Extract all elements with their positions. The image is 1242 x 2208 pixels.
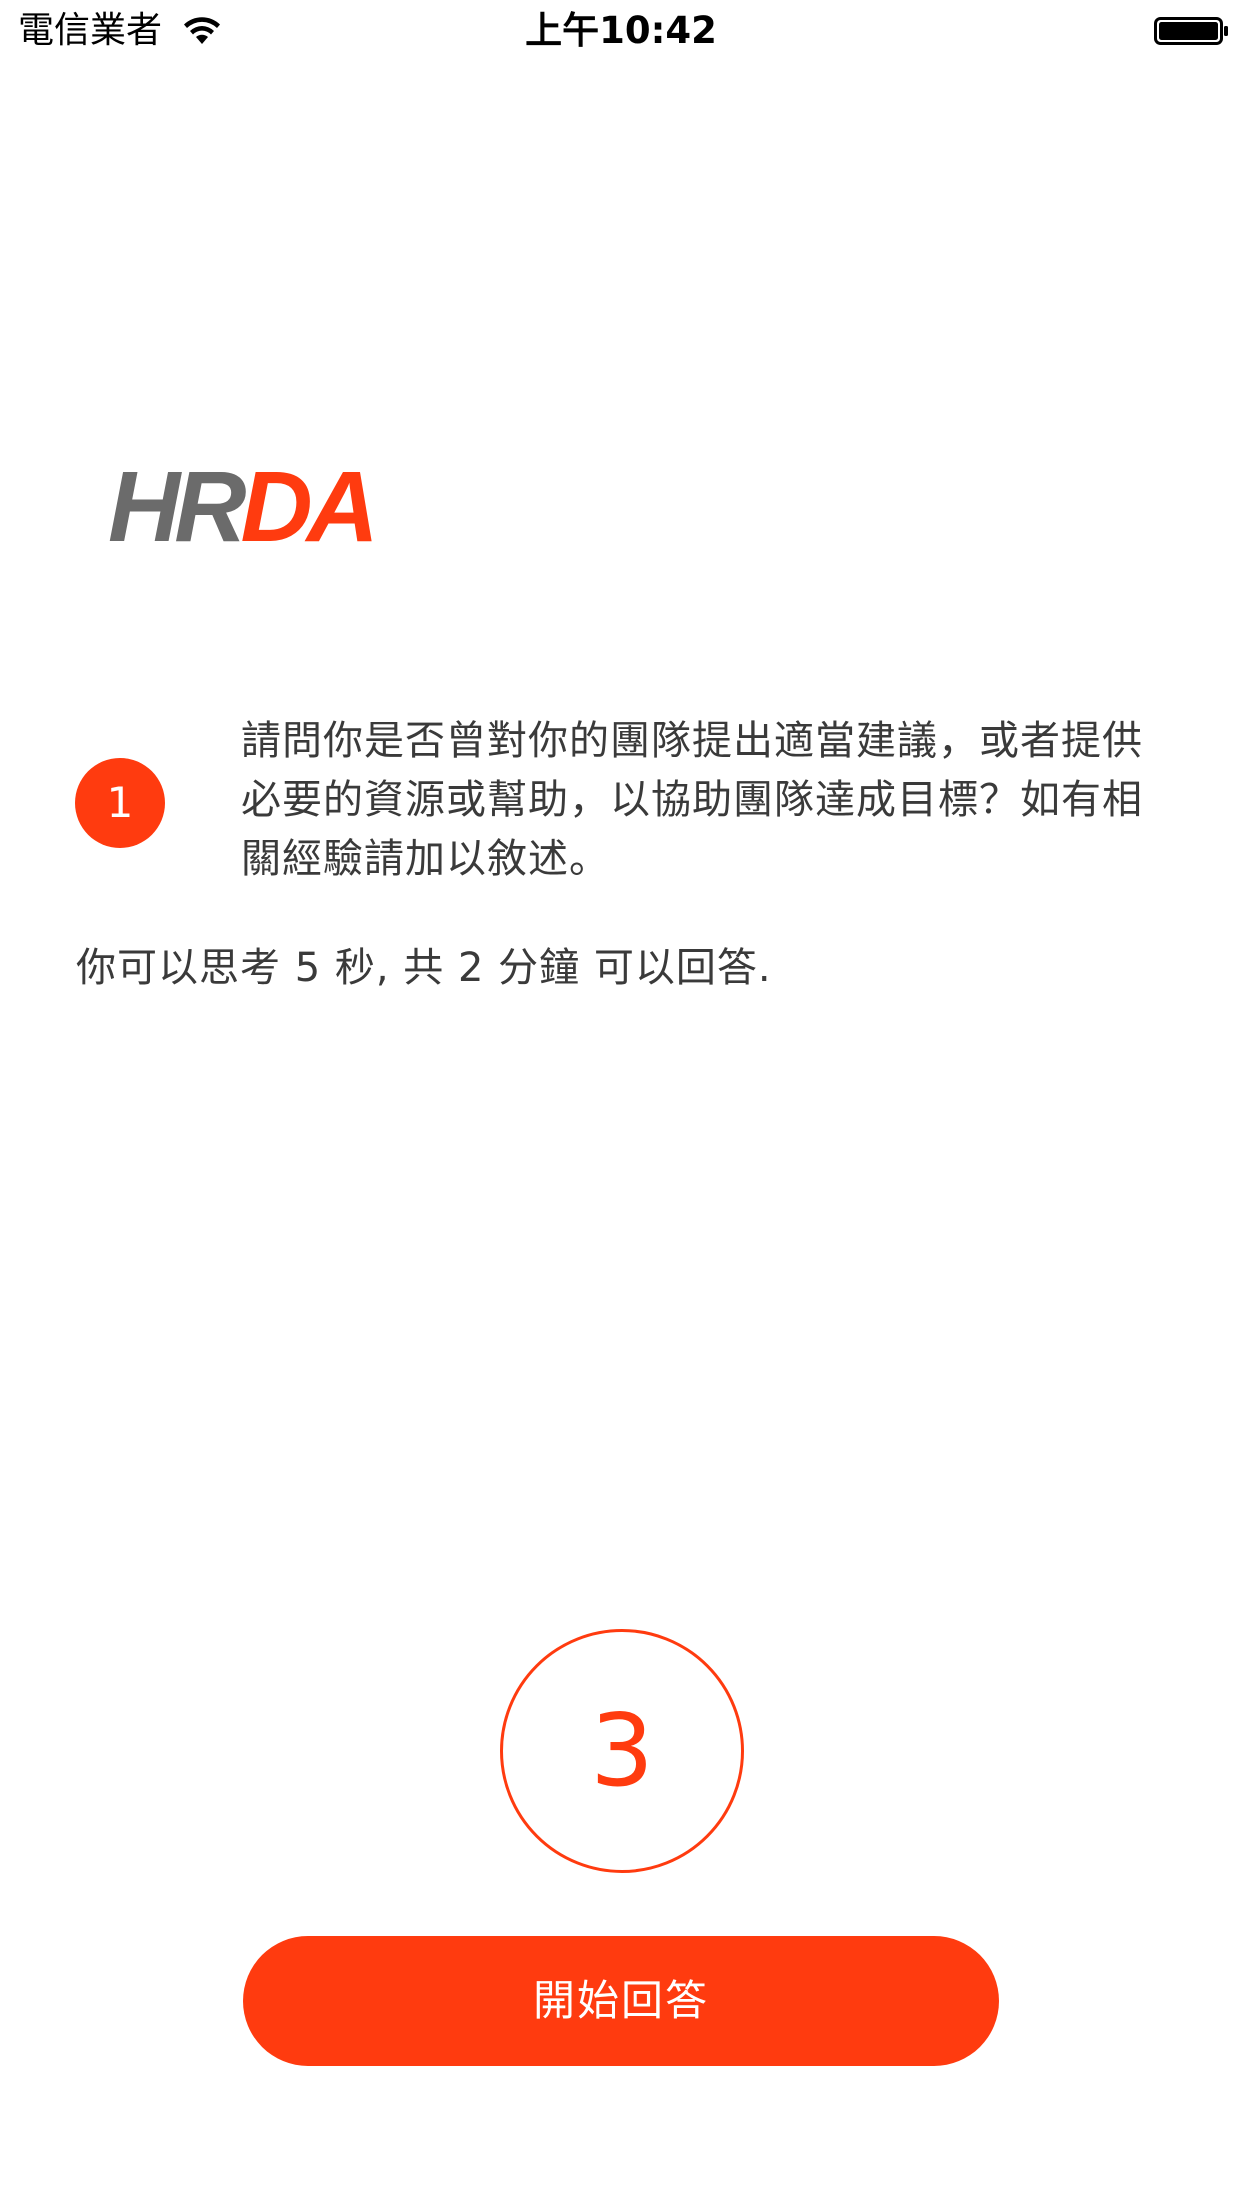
status-bar: 電信業者 上午10:42: [0, 0, 1242, 62]
status-time: 上午10:42: [525, 9, 717, 52]
start-answer-button[interactable]: 開始回答: [243, 1936, 999, 2066]
logo-da-part: DA: [240, 451, 378, 563]
logo-hr-part: HR: [108, 451, 246, 563]
countdown-timer: 3: [500, 1629, 744, 1873]
question-text: 請問你是否曾對你的團隊提出適當建議，或者提供必要的資源或幫助，以協助團隊達成目標…: [241, 718, 1143, 882]
time-hint-text: 你可以思考 5 秒, 共 2 分鐘 可以回答.: [76, 945, 772, 991]
hrda-logo: HRDA: [108, 451, 379, 563]
question-number-badge: 1: [75, 758, 165, 848]
battery-icon: [1154, 17, 1228, 45]
